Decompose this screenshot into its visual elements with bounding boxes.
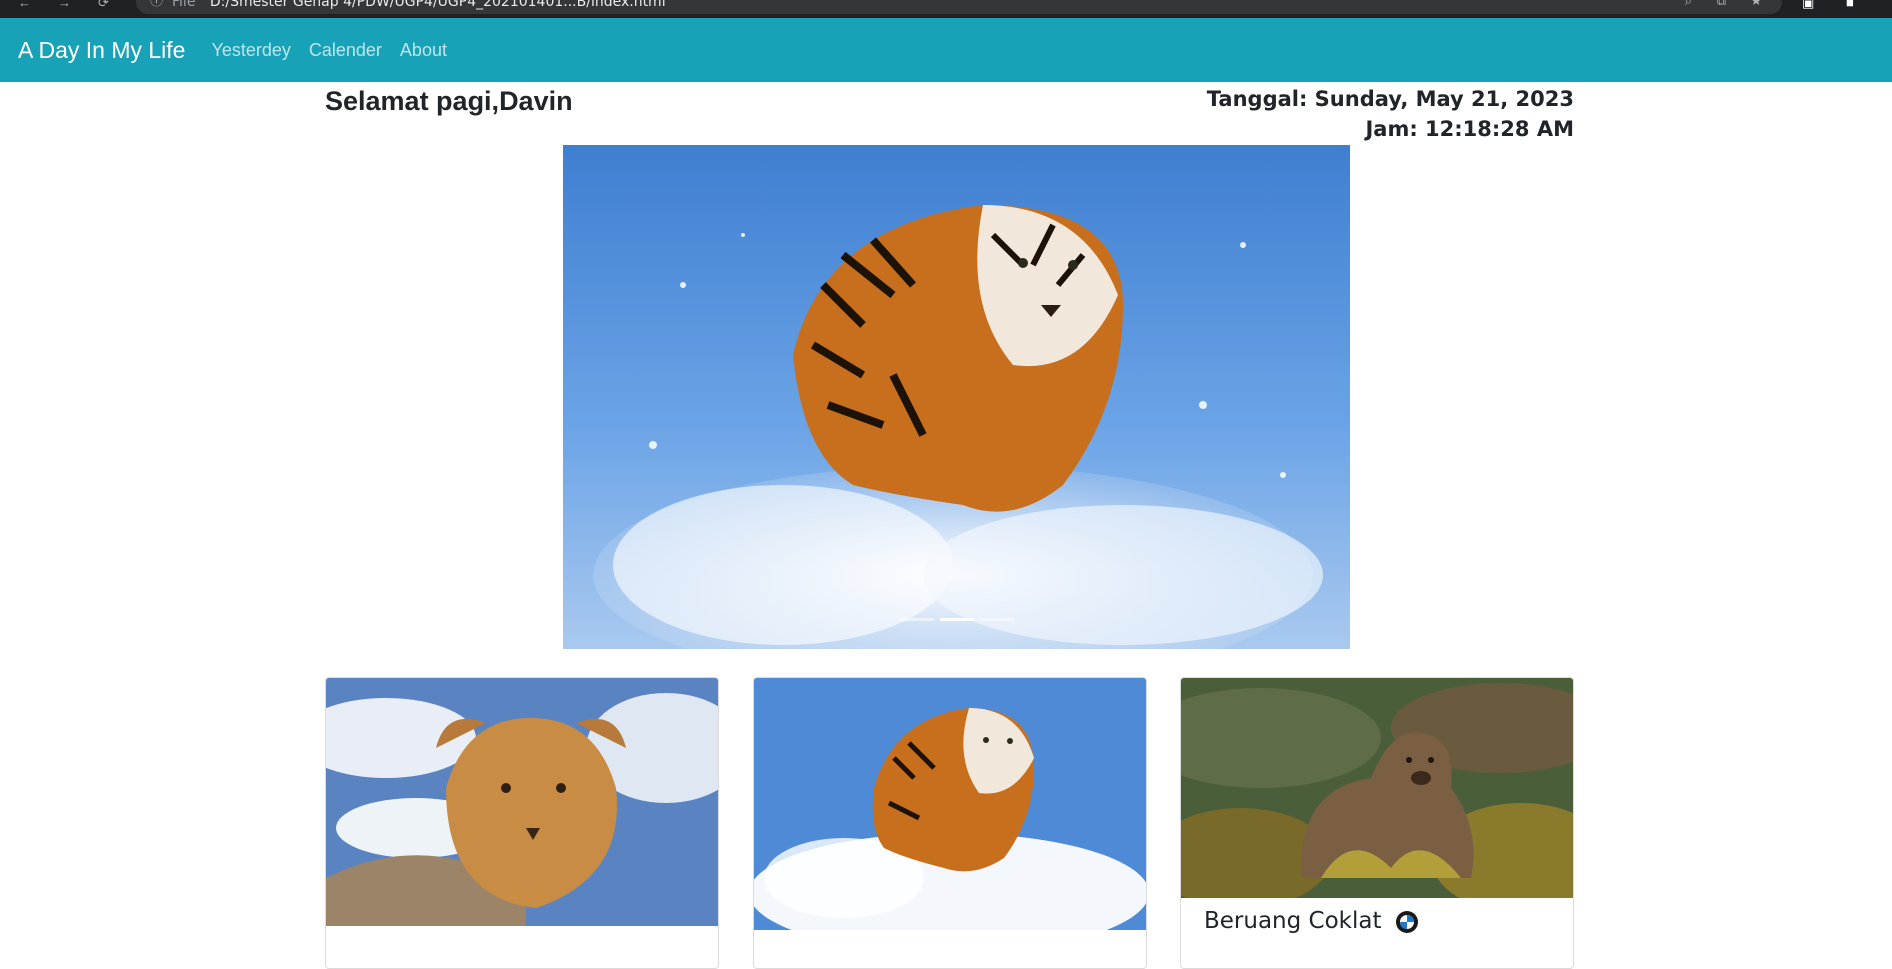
main-navbar: A Day In My Life Yesterdey Calender Abou…: [0, 18, 1892, 82]
reload-icon[interactable]: ⟳: [98, 0, 109, 10]
card-lion: [325, 677, 719, 969]
carousel-indicator[interactable]: [899, 618, 934, 621]
carousel-indicator[interactable]: [979, 618, 1014, 621]
card-tiger-image: [754, 678, 1146, 930]
carousel-indicators: [563, 618, 1350, 621]
date-text: Tanggal: Sunday, May 21, 2023: [1206, 87, 1574, 111]
card-tiger: [753, 677, 1147, 969]
menu-icon[interactable]: ■: [1846, 0, 1854, 10]
info-icon: ⓘ: [150, 0, 164, 8]
card-bear-title: Beruang Coklat: [1204, 908, 1419, 934]
carousel-indicator-active[interactable]: [939, 618, 974, 621]
datetime-block: Tanggal: Sunday, May 21, 2023 Jam: 12:18…: [1207, 84, 1574, 144]
search-icon[interactable]: ⌕: [1685, 0, 1692, 8]
card-bear-title-text: Beruang Coklat: [1204, 908, 1382, 934]
nav-link-calender[interactable]: Calender: [309, 40, 382, 61]
time-text: Jam: 12:18:28 AM: [1365, 117, 1574, 141]
browser-toolbar: ← → ⟳ ⓘ File D:/Smester Genap 4/PDW/UGP4…: [0, 0, 1892, 18]
greeting-heading: Selamat pagi,Davin: [325, 86, 573, 116]
address-bar[interactable]: ⓘ File D:/Smester Genap 4/PDW/UGP4/UGP4_…: [136, 0, 1782, 14]
card-bear: Beruang Coklat: [1180, 677, 1574, 969]
nav-link-yesterdey[interactable]: Yesterdey: [211, 40, 290, 61]
image-carousel[interactable]: [563, 145, 1350, 649]
bookmark-star-icon[interactable]: ★: [1750, 0, 1762, 8]
carousel-tiger-image: [563, 145, 1350, 649]
extensions-icon[interactable]: ▣: [1802, 0, 1814, 10]
navbar-brand[interactable]: A Day In My Life: [18, 37, 185, 64]
card-lion-image: [326, 678, 718, 926]
back-arrow-icon[interactable]: ←: [18, 0, 31, 10]
share-icon[interactable]: ⧉: [1717, 0, 1726, 8]
address-url: D:/Smester Genap 4/PDW/UGP4/UGP4_2021014…: [209, 0, 666, 10]
forward-arrow-icon[interactable]: →: [58, 0, 71, 10]
address-prefix: File: [172, 0, 196, 10]
bmw-logo-icon: [1395, 910, 1418, 933]
nav-link-about[interactable]: About: [400, 40, 447, 61]
card-bear-image: [1181, 678, 1573, 898]
